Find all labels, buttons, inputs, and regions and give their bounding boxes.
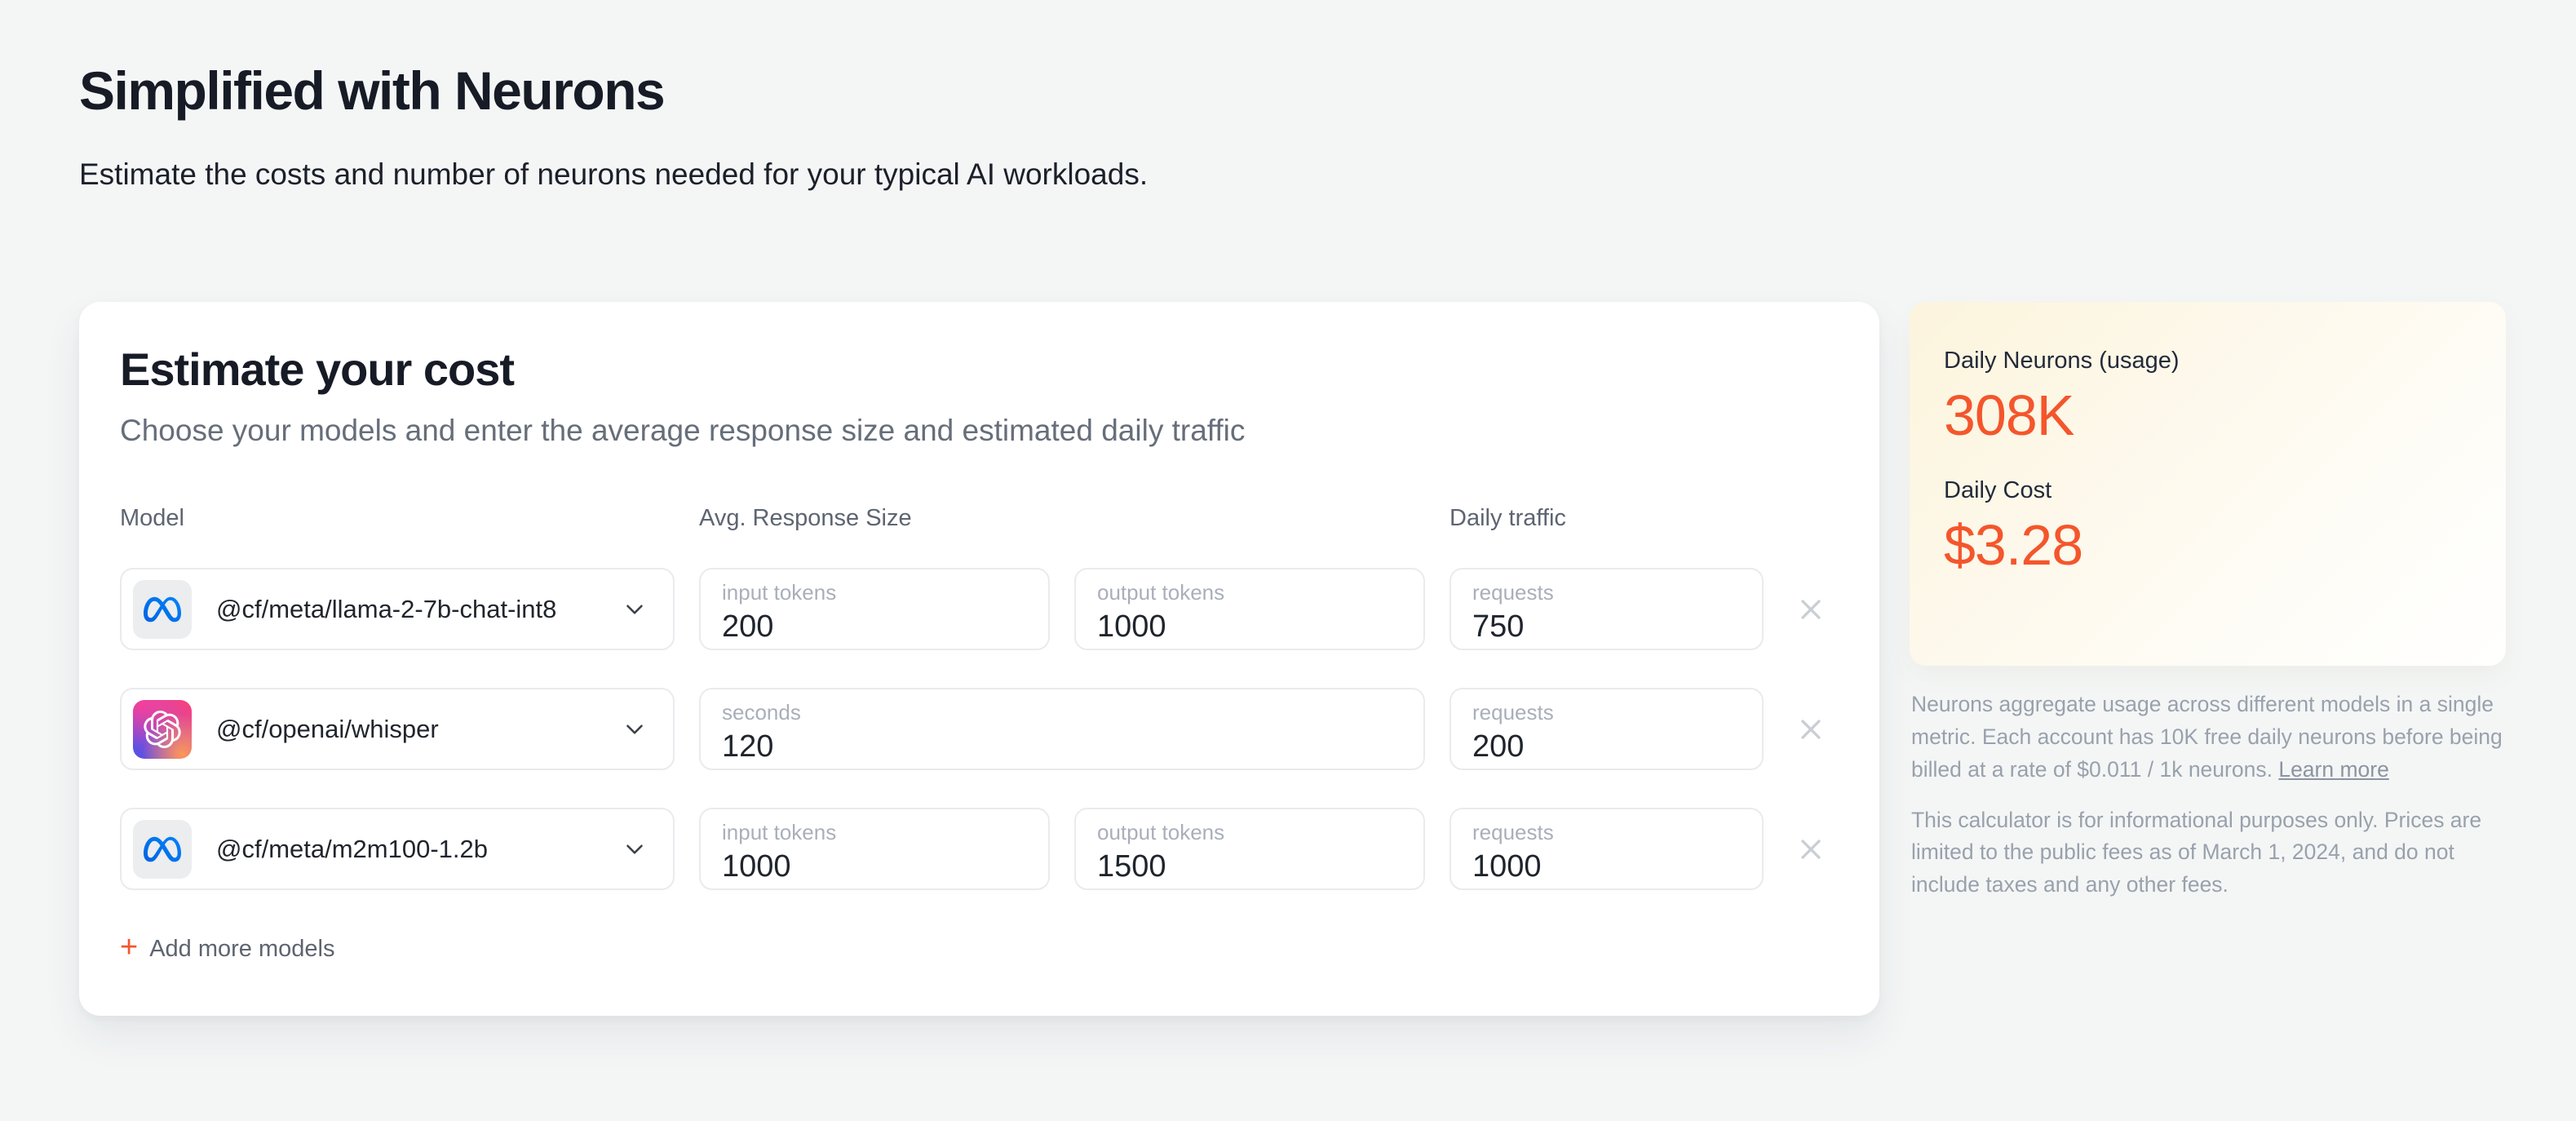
- seconds-input[interactable]: [722, 729, 1402, 765]
- disclaimer-note: This calculator is for informational pur…: [1911, 807, 2482, 897]
- output-tokens-field-row3[interactable]: output tokens: [1074, 808, 1425, 891]
- neurons-pricing-page: Simplified with Neurons Estimate the cos…: [0, 0, 2576, 1017]
- close-icon: [1801, 840, 1821, 859]
- model-select-row1[interactable]: @cf/meta/llama-2-7b-chat-int8: [120, 568, 675, 651]
- column-header-model: Model: [120, 505, 184, 532]
- meta-icon: [133, 819, 192, 879]
- add-more-models-label: Add more models: [149, 935, 335, 962]
- daily-neurons-label: Daily Neurons (usage): [1944, 348, 2180, 374]
- chevron-down-icon: [621, 716, 648, 743]
- input-tokens-field-row3[interactable]: input tokens: [699, 808, 1050, 891]
- summary-notes: Neurons aggregate usage across different…: [1910, 689, 2506, 902]
- model-name: @cf/meta/llama-2-7b-chat-int8: [216, 594, 557, 623]
- main-content: Estimate your cost Choose your models an…: [79, 302, 2506, 1017]
- requests-input[interactable]: [1472, 609, 1741, 645]
- openai-icon: [133, 699, 192, 759]
- field-label: input tokens: [722, 580, 837, 605]
- card-title: Estimate your cost: [120, 343, 515, 396]
- model-name: @cf/openai/whisper: [216, 714, 439, 743]
- field-label: output tokens: [1097, 580, 1225, 605]
- learn-more-link[interactable]: Learn more: [2278, 757, 2389, 782]
- card-subtitle: Choose your models and enter the average…: [120, 414, 1246, 448]
- close-icon: [1801, 600, 1821, 619]
- remove-row-button[interactable]: [1788, 808, 1834, 890]
- neurons-explainer-text: Neurons aggregate usage across different…: [1911, 692, 2503, 782]
- daily-neurons-value: 308K: [1944, 383, 2074, 448]
- plus-icon: +: [120, 930, 139, 965]
- daily-cost-value: $3.28: [1944, 512, 2083, 577]
- output-tokens-field-row1[interactable]: output tokens: [1074, 568, 1425, 651]
- daily-summary-card: Daily Neurons (usage) 308K Daily Cost $3…: [1910, 302, 2506, 667]
- add-more-models-button[interactable]: + Add more models: [120, 930, 335, 965]
- column-header-daily-traffic: Daily traffic: [1450, 505, 1566, 532]
- summary-column: Daily Neurons (usage) 308K Daily Cost $3…: [1910, 302, 2506, 902]
- column-headers: Model Avg. Response Size Daily traffic: [120, 505, 1839, 532]
- model-rows: @cf/meta/llama-2-7b-chat-int8 input toke…: [120, 568, 1839, 891]
- column-header-avg-response: Avg. Response Size: [699, 505, 912, 532]
- output-tokens-input[interactable]: [1097, 849, 1402, 885]
- seconds-field-row2[interactable]: seconds: [699, 688, 1425, 771]
- output-tokens-input[interactable]: [1097, 609, 1402, 645]
- field-label: requests: [1472, 580, 1554, 605]
- page-title: Simplified with Neurons: [79, 60, 666, 121]
- input-tokens-field-row1[interactable]: input tokens: [699, 568, 1050, 651]
- input-tokens-input[interactable]: [722, 849, 1027, 885]
- requests-input[interactable]: [1472, 849, 1741, 885]
- page-subtitle: Estimate the costs and number of neurons…: [79, 157, 1149, 191]
- chevron-down-icon: [621, 596, 648, 623]
- model-select-row2[interactable]: @cf/openai/whisper: [120, 688, 675, 771]
- field-label: input tokens: [722, 820, 837, 845]
- neurons-explainer-note: Neurons aggregate usage across different…: [1911, 689, 2504, 786]
- daily-cost-label: Daily Cost: [1944, 476, 2052, 503]
- requests-field-row2[interactable]: requests: [1450, 688, 1764, 771]
- model-select-row3[interactable]: @cf/meta/m2m100-1.2b: [120, 808, 675, 891]
- field-label: output tokens: [1097, 820, 1225, 845]
- field-label: requests: [1472, 820, 1554, 845]
- requests-field-row1[interactable]: requests: [1450, 568, 1764, 651]
- remove-row-button[interactable]: [1788, 568, 1834, 650]
- input-tokens-input[interactable]: [722, 609, 1027, 645]
- remove-row-button[interactable]: [1788, 688, 1834, 770]
- requests-input[interactable]: [1472, 729, 1741, 765]
- field-label: requests: [1472, 700, 1554, 725]
- meta-icon: [133, 579, 192, 639]
- model-name: @cf/meta/m2m100-1.2b: [216, 834, 488, 863]
- field-label: seconds: [722, 700, 801, 725]
- estimate-cost-card: Estimate your cost Choose your models an…: [79, 302, 1879, 1017]
- chevron-down-icon: [621, 835, 648, 863]
- close-icon: [1801, 720, 1821, 739]
- requests-field-row3[interactable]: requests: [1450, 808, 1764, 891]
